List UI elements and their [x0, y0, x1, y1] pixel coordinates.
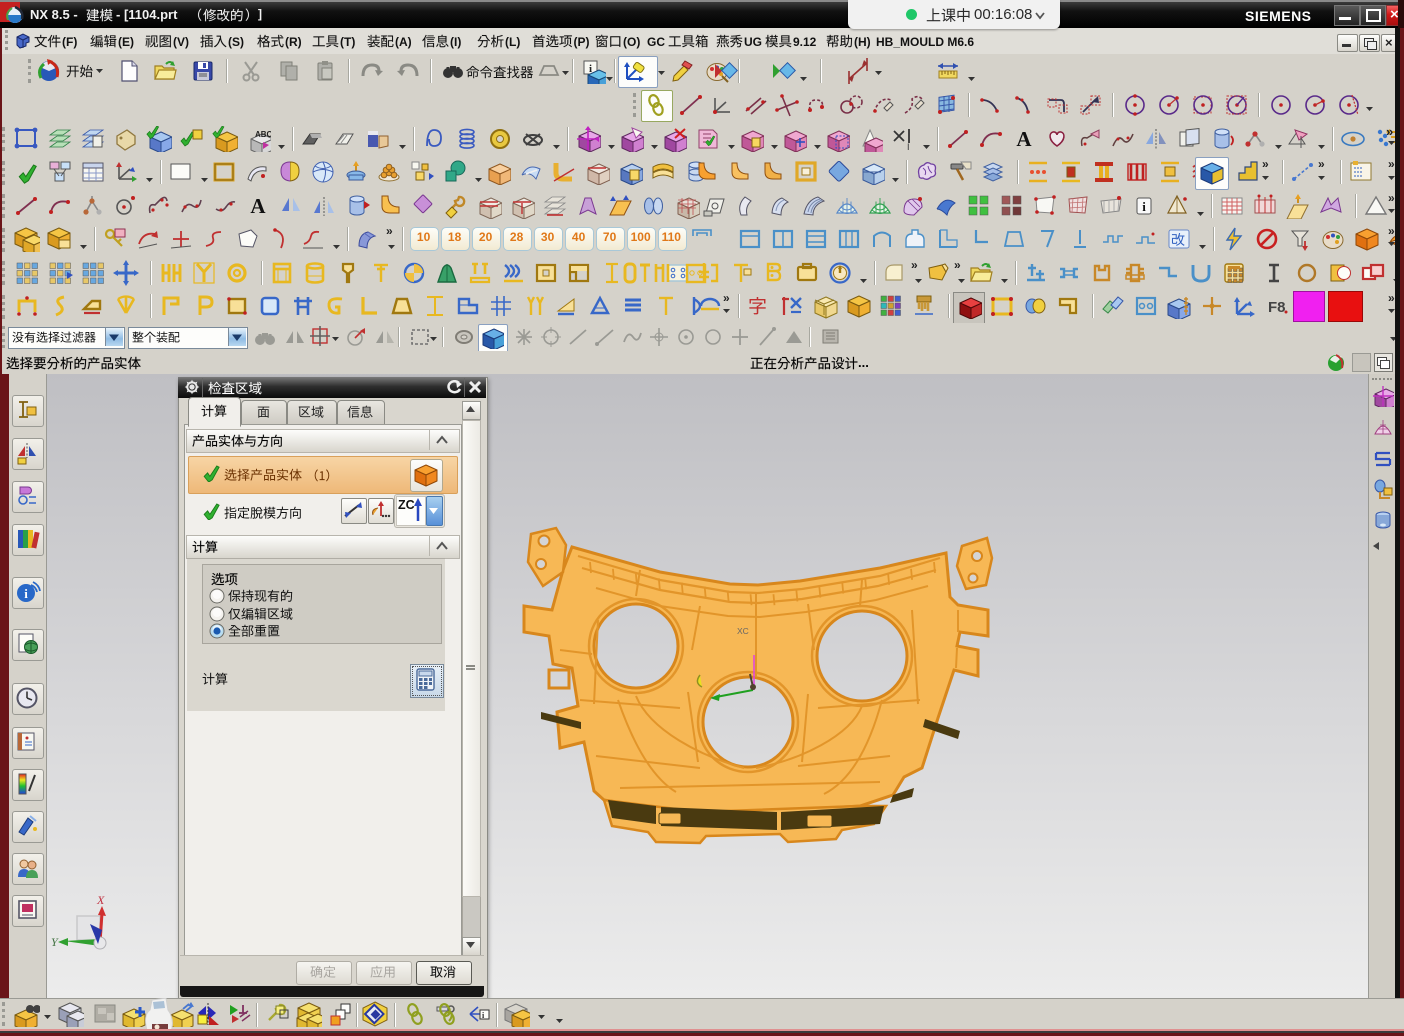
svg-text:Y: Y [51, 935, 59, 949]
svg-text:I: I [907, 142, 910, 152]
svg-text:A: A [1016, 127, 1032, 151]
svg-text:A: A [250, 194, 266, 218]
svg-text:ABC: ABC [255, 130, 271, 139]
svg-text:X: X [96, 893, 105, 907]
svg-text:XC: XC [737, 626, 749, 636]
svg-text:i: i [1142, 199, 1146, 214]
svg-text:F8: F8 [1268, 299, 1286, 316]
svg-text:i: i [24, 586, 28, 601]
